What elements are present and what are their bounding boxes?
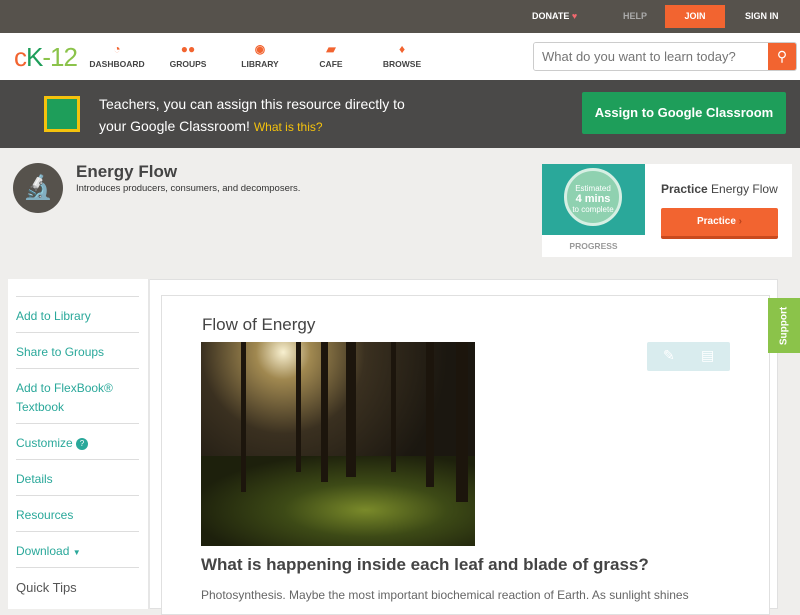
what-is-this-link[interactable]: What is this? (254, 120, 323, 134)
dashboard-icon: ◔ (113, 42, 121, 56)
groups-icon: ●● (180, 42, 196, 56)
notes-icon[interactable]: ▤ (701, 347, 714, 364)
ck12-logo[interactable]: cK-12 (14, 42, 78, 73)
content-heading: What is happening inside each leaf and b… (201, 555, 649, 574)
annotation-tools: ✎ ▤ (647, 342, 730, 371)
help-link[interactable]: HELP (623, 11, 647, 21)
sidebar-add-to-flexbook[interactable]: Add to FlexBook® Textbook (16, 368, 139, 417)
sidebar-resources[interactable]: Resources (16, 495, 139, 525)
practice-button[interactable]: Practice › (661, 208, 778, 239)
nav-dashboard[interactable]: ◔ DASHBOARD (82, 42, 152, 69)
nav-browse[interactable]: ♦ BROWSE (367, 42, 437, 69)
library-icon: ◉ (254, 42, 266, 56)
cafe-icon: ▰ (326, 42, 336, 56)
estimate-badge: Estimated 4 mins to complete (564, 168, 622, 226)
sign-in-link[interactable]: SIGN IN (745, 11, 779, 21)
practice-card: Estimated 4 mins to complete PROGRESS Prac… (542, 164, 792, 257)
nav-cafe[interactable]: ▰ CAFE (296, 42, 366, 69)
sidebar-quick-tips[interactable]: Quick Tips (16, 567, 139, 597)
search-icon: ⚲ (776, 48, 788, 64)
browse-icon: ♦ (398, 42, 406, 56)
search-input[interactable] (534, 43, 770, 70)
sidebar-customize[interactable]: Customize ? (16, 423, 139, 453)
practice-title: Practice Energy Flow (661, 182, 778, 196)
nav-groups[interactable]: ●● GROUPS (153, 42, 223, 69)
nav-label: CAFE (319, 59, 343, 69)
heart-icon: ♥ (571, 11, 578, 21)
sidebar: Add to Library Share to Groups Add to Fl… (8, 279, 150, 609)
sidebar-download[interactable]: Download ▼ (16, 531, 139, 562)
pencil-icon[interactable]: ✎ (663, 347, 675, 364)
nav-library[interactable]: ◉ LIBRARY (225, 42, 295, 69)
help-icon[interactable]: ? (76, 438, 89, 450)
search-button[interactable]: ⚲ (768, 43, 796, 70)
sidebar-details[interactable]: Details (16, 459, 139, 489)
sidebar-add-to-library[interactable]: Add to Library (16, 296, 139, 326)
caret-down-icon: ▼ (72, 548, 81, 557)
sidebar-share-to-groups[interactable]: Share to Groups (16, 332, 139, 362)
join-button[interactable]: JOIN (665, 5, 725, 28)
nav-label: BROWSE (382, 59, 422, 69)
banner-text: Teachers, you can assign this resource d… (99, 96, 405, 134)
forest-image (201, 342, 475, 546)
chevron-right-icon: › (738, 216, 743, 227)
nav-label: GROUPS (169, 59, 207, 69)
google-classroom-icon (44, 96, 80, 132)
microscope-icon: 🔬 (13, 163, 63, 213)
nav-label: DASHBOARD (89, 59, 145, 69)
assign-to-google-classroom-button[interactable]: Assign to Google Classroom (582, 92, 786, 134)
content-title: Flow of Energy (202, 315, 316, 334)
page-subtitle: Introduces producers, consumers, and dec… (76, 183, 301, 194)
donate-link[interactable]: DONATE ♥ (532, 11, 577, 21)
progress-label: PROGRESS (569, 241, 618, 251)
page-title: Energy Flow (76, 162, 178, 181)
nav-label: LIBRARY (241, 59, 279, 69)
search-box: ⚲ (533, 42, 797, 71)
support-tab[interactable]: Support (768, 298, 800, 353)
practice-image: Estimated 4 mins to complete (542, 164, 645, 235)
